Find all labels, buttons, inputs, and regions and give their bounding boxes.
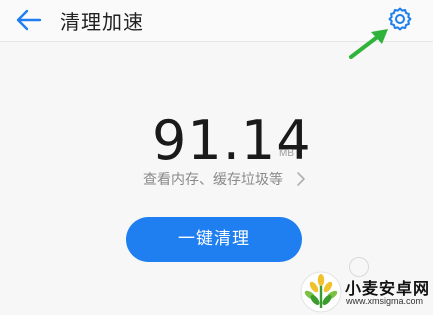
watermark-url: www.xmsigma.com — [346, 296, 424, 306]
chevron-right-icon[interactable] — [296, 171, 306, 187]
cache-size-display: 91.14 MB — [0, 112, 433, 172]
arrow-left-icon — [16, 9, 42, 31]
back-button[interactable] — [14, 6, 44, 34]
watermark: 小麦安卓网 www.xmsigma.com — [298, 268, 433, 315]
cache-size-value: 91.14 — [152, 109, 312, 172]
view-details-link[interactable]: 查看内存、缓存垃圾等 — [143, 169, 283, 191]
wheat-logo-icon — [300, 271, 342, 313]
annotation-arrow-icon — [349, 29, 388, 59]
page-title: 清理加速 — [60, 10, 144, 34]
one-tap-clean-button[interactable]: 一键清理 — [126, 217, 302, 262]
cache-size-unit: MB — [279, 148, 294, 159]
cleanup-screen: 清理加速 91.14 MB 查看内存、缓存垃圾等 一键清理 小麦安卓网 www.… — [0, 0, 433, 315]
